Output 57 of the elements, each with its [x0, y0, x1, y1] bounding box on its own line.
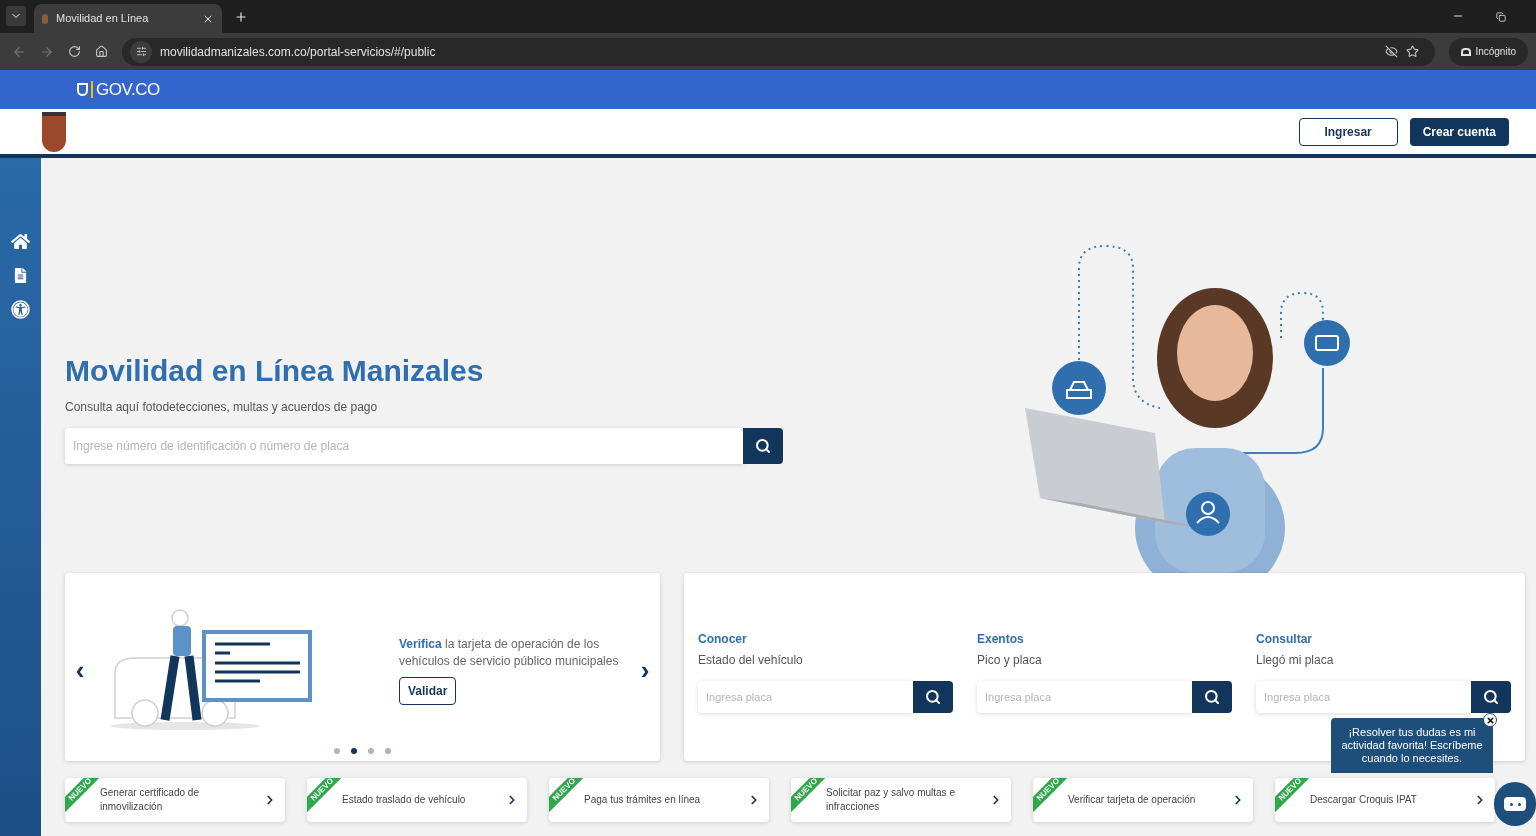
carousel-text: Verifica la tarjeta de operación de los vehículos de servicio público municipales [399, 636, 620, 670]
query-title: Consultar [1256, 631, 1313, 648]
service-label: Estado traslado de vehículo [341, 793, 467, 807]
search-icon [1204, 689, 1220, 705]
search-field[interactable]: Ingrese número de identificación o número de placa [65, 428, 743, 464]
next-button[interactable]: › [640, 651, 650, 690]
search-button[interactable] [743, 428, 783, 464]
query-subtitle: Pico y placa [977, 652, 1043, 669]
query-subtitle: Llegó mi placa [1256, 652, 1335, 669]
search-button[interactable] [913, 681, 953, 713]
home-icon[interactable] [95, 45, 108, 58]
search-button[interactable] [1471, 681, 1511, 713]
service-label: Descargar Croquis IPAT [1309, 793, 1418, 807]
login-button[interactable]: Ingresar [1298, 117, 1398, 146]
search-field[interactable]: Ingresa placa [977, 681, 1192, 713]
hero-subtitle: Consulta aquí fotodetecciones, multas y acuerdos de pago [65, 399, 379, 416]
tab-list-button[interactable] [6, 6, 26, 26]
city-crest-icon [42, 111, 66, 152]
site-settings-icon[interactable] [135, 46, 147, 57]
restore-icon[interactable] [1496, 12, 1506, 22]
eye-off-icon[interactable] [1385, 45, 1399, 58]
url-text: movilidadmanizales.com.co/portal-servicios/#/public [160, 43, 437, 61]
query-subtitle: Estado del vehículo [698, 652, 804, 669]
site-favicon-icon [42, 13, 48, 24]
document-icon[interactable] [13, 268, 28, 283]
validate-button[interactable]: Validar [399, 677, 457, 705]
search-field[interactable]: Ingresa placa [1256, 681, 1471, 713]
home-icon[interactable] [11, 232, 30, 251]
search-icon [1483, 689, 1499, 705]
tab-title: Movilidad en Línea [56, 11, 150, 27]
service-label: Verificar tarjeta de operación [1067, 793, 1197, 807]
search-field[interactable]: Ingresa placa [698, 681, 913, 713]
service-label: Generar certificado de inmovilización [99, 786, 200, 814]
search-button[interactable] [1192, 681, 1232, 713]
address-bar[interactable]: movilidadmanizales.com.co/portal-servicios/#/public [122, 37, 1436, 66]
forward-icon[interactable] [40, 44, 54, 59]
reload-icon[interactable] [68, 45, 81, 58]
star-icon[interactable] [1406, 45, 1420, 58]
search-icon [925, 689, 941, 705]
accessibility-icon[interactable] [11, 300, 30, 319]
create-account-button[interactable]: Crear cuenta [1409, 117, 1509, 146]
query-title: Exentos [977, 631, 1025, 648]
gov-brand: GOV.CO [96, 78, 160, 101]
back-icon[interactable] [12, 44, 26, 59]
chatbot-button[interactable] [1494, 782, 1536, 826]
incognito-button[interactable]: Incógnito [1449, 37, 1528, 66]
new-tab-icon[interactable] [234, 10, 248, 24]
query-title: Conocer [698, 631, 748, 648]
shield-icon [77, 83, 88, 96]
robot-icon [1504, 797, 1526, 811]
service-label: Paga tus trámites en línea [583, 793, 702, 807]
incognito-icon [1461, 47, 1472, 56]
hero-title: Movilidad en Línea Manizales [65, 356, 485, 386]
service-label: Solicitar paz y salvo multas e infracciones [825, 786, 956, 814]
search-icon [755, 438, 771, 454]
browser-tab[interactable]: Movilidad en Línea [34, 4, 222, 33]
previous-button[interactable]: ‹ [75, 651, 85, 690]
